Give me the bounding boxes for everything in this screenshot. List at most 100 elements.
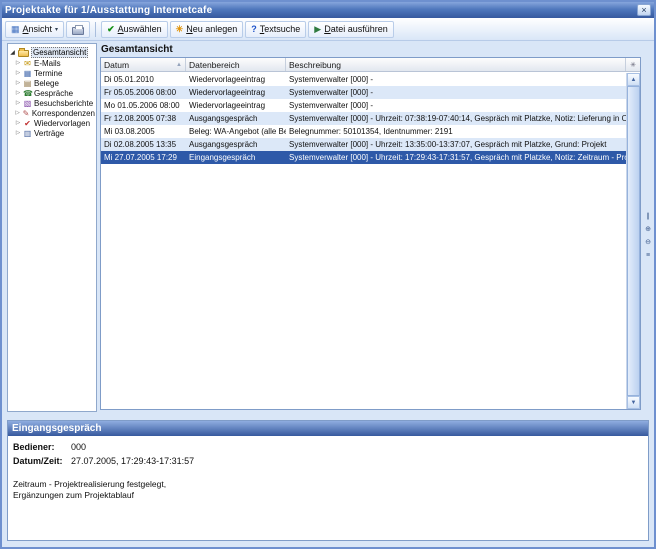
scroll-up-button[interactable]: ▲ xyxy=(627,73,640,86)
table-row[interactable]: Di 05.01.2010 Wiedervorlageeintrag Syste… xyxy=(101,73,626,86)
tree-item[interactable]: ▷ ▦ Termine xyxy=(9,68,95,78)
tree-item[interactable]: ▷ ✉ E-Mails xyxy=(9,58,95,68)
table-row[interactable]: Mi 27.07.2005 17:29 Eingangsgespräch Sys… xyxy=(101,151,626,164)
calendar-icon: ▦ xyxy=(23,69,32,78)
receipt-icon: ▤ xyxy=(23,79,32,88)
table-row[interactable]: Fr 12.08.2005 07:38 Ausgangsgespräch Sys… xyxy=(101,112,626,125)
detail-title: Eingangsgespräch xyxy=(12,423,101,434)
column-options-button[interactable]: ✳ xyxy=(626,58,640,71)
phone-icon: ☎ xyxy=(23,89,32,98)
table-row[interactable]: Fr 05.05.2006 08:00 Wiedervorlageeintrag… xyxy=(101,86,626,99)
neu-anlegen-button[interactable]: ✳ Neu anlegen xyxy=(170,21,244,38)
expanded-node-icon: ◢ xyxy=(9,49,16,56)
cell-datenbereich: Beleg: WA-Angebot (alle Bel xyxy=(186,125,286,138)
toolbar-separator xyxy=(95,22,96,37)
chevron-down-icon: ▾ xyxy=(55,26,58,33)
label-rest: atei ausführen xyxy=(331,24,388,34)
letter-icon: ✎ xyxy=(22,109,30,118)
window-title: Projektakte für 1/Ausstattung Internetca… xyxy=(5,5,633,16)
column-label: Beschreibung xyxy=(289,60,341,70)
printer-icon xyxy=(72,27,84,35)
field-value: 000 xyxy=(71,442,86,452)
rail-zoom-out-button[interactable]: ⊖ xyxy=(643,238,653,248)
cell-beschreibung: Systemverwalter [000] - Uhrzeit: 17:29:4… xyxy=(286,151,626,164)
contract-icon: ▥ xyxy=(23,129,32,138)
tree-panel: ◢ Gesamtansicht ▷ ✉ E-Mails ▷ ▦ Termine … xyxy=(7,43,97,412)
cell-datenbereich: Eingangsgespräch xyxy=(186,151,286,164)
scroll-down-button[interactable]: ▼ xyxy=(627,396,640,409)
tree-item-label: Belege xyxy=(34,79,59,88)
column-header-beschreibung[interactable]: Beschreibung xyxy=(286,58,626,71)
field-label: Datum/Zeit: xyxy=(13,456,71,466)
rail-split-button[interactable]: ∥ xyxy=(643,212,653,222)
new-item-icon: ✳ xyxy=(176,25,184,34)
scroll-thumb[interactable] xyxy=(627,86,640,396)
tree-item-label: Besuchsberichte xyxy=(34,99,93,108)
tree-root-label: Gesamtansicht xyxy=(31,47,88,58)
column-header-datum[interactable]: Datum ▲ xyxy=(101,58,186,71)
cell-beschreibung: Systemverwalter [000] - Uhrzeit: 07:38:1… xyxy=(286,112,626,125)
close-button[interactable]: × xyxy=(637,4,651,16)
field-label: Bediener: xyxy=(13,442,71,452)
cell-datum: Mi 27.07.2005 17:29 xyxy=(101,151,186,164)
table-row[interactable]: Mi 03.08.2005 Beleg: WA-Angebot (alle Be… xyxy=(101,125,626,138)
cell-datum: Fr 05.05.2006 08:00 xyxy=(101,86,186,99)
datei-ausfuehren-button[interactable]: ▶ Datei ausführen xyxy=(308,21,393,38)
column-label: Datum xyxy=(104,60,129,70)
detail-body: Bediener: 000 Datum/Zeit: 27.07.2005, 17… xyxy=(8,436,648,507)
auswaehlen-button[interactable]: ✔ Auswählen xyxy=(101,21,168,38)
tree-item[interactable]: ▷ ✔ Wiedervorlagen xyxy=(9,118,95,128)
tree-item[interactable]: ▷ ▥ Verträge xyxy=(9,128,95,138)
rail-menu-button[interactable]: ≡ xyxy=(643,251,653,261)
arrow-down-icon: ▼ xyxy=(631,400,637,406)
check-icon: ✔ xyxy=(107,25,115,34)
cell-beschreibung: Belegnummer: 50101354, Identnummer: 2191 xyxy=(286,125,626,138)
detail-notes: Zeitraum - Projektrealisierung festgeleg… xyxy=(13,479,643,501)
field-value: 27.07.2005, 17:29:43-17:31:57 xyxy=(71,456,194,466)
arrow-up-icon: ▲ xyxy=(631,77,637,83)
textsuche-label: Textsuche xyxy=(260,24,301,34)
column-header-datenbereich[interactable]: Datenbereich xyxy=(186,58,286,71)
tree-item[interactable]: ▷ ▤ Belege xyxy=(9,78,95,88)
ansicht-button[interactable]: ▦ Ansicht ▾ xyxy=(5,21,64,38)
cell-datenbereich: Ausgangsgespräch xyxy=(186,112,286,125)
cell-datum: Di 05.01.2010 xyxy=(101,73,186,86)
chevron-right-icon: ▷ xyxy=(15,120,21,126)
tree-item-label: Korrespondenzen xyxy=(32,109,95,118)
detail-header: Eingangsgespräch xyxy=(8,421,648,436)
app-window: Projektakte für 1/Ausstattung Internetca… xyxy=(0,0,656,549)
table-row[interactable]: Di 02.08.2005 13:35 Ausgangsgespräch Sys… xyxy=(101,138,626,151)
neu-anlegen-label: Neu anlegen xyxy=(186,24,237,34)
ansicht-label: Ansicht xyxy=(23,24,53,34)
tree-item[interactable]: ▷ ✎ Korrespondenzen xyxy=(9,108,95,118)
split-view-icon: ∥ xyxy=(646,213,650,220)
textsuche-button[interactable]: ? Textsuche xyxy=(245,21,306,38)
toolbar: ▦ Ansicht ▾ ✔ Auswählen ✳ Neu anlegen ? … xyxy=(2,18,654,41)
grid-header: Datum ▲ Datenbereich Beschreibung ✳ xyxy=(101,58,640,72)
tree-item-label: Verträge xyxy=(34,129,64,138)
tree-item[interactable]: ▷ ▧ Besuchsberichte xyxy=(9,98,95,108)
label-rest: uswählen xyxy=(124,24,162,34)
right-rail: ∥ ⊕ ⊖ ≡ xyxy=(643,212,653,261)
tree-item-label: E-Mails xyxy=(34,59,61,68)
tree-item[interactable]: ▷ ☎ Gespräche xyxy=(9,88,95,98)
cell-datum: Mi 03.08.2005 xyxy=(101,125,186,138)
cell-beschreibung: Systemverwalter [000] - Uhrzeit: 13:35:0… xyxy=(286,138,626,151)
cell-datenbereich: Ausgangsgespräch xyxy=(186,138,286,151)
chevron-right-icon: ▷ xyxy=(15,70,21,76)
cell-datenbereich: Wiedervorlageeintrag xyxy=(186,73,286,86)
detail-panel: Eingangsgespräch Bediener: 000 Datum/Zei… xyxy=(7,420,649,541)
detail-field-row: Datum/Zeit: 27.07.2005, 17:29:43-17:31:5… xyxy=(13,456,643,466)
cell-datenbereich: Wiedervorlageeintrag xyxy=(186,99,286,112)
view-icon: ▦ xyxy=(11,25,20,34)
table-row[interactable]: Mo 01.05.2006 08:00 Wiedervorlageeintrag… xyxy=(101,99,626,112)
run-file-icon: ▶ xyxy=(314,25,321,34)
print-button[interactable] xyxy=(66,21,90,38)
tree-root-item[interactable]: ◢ Gesamtansicht xyxy=(9,46,95,58)
tree-item-label: Gespräche xyxy=(34,89,73,98)
chevron-right-icon: ▷ xyxy=(15,60,21,66)
rail-zoom-in-button[interactable]: ⊕ xyxy=(643,225,653,235)
close-icon: × xyxy=(641,5,646,15)
column-label: Datenbereich xyxy=(189,60,240,70)
zoom-in-icon: ⊕ xyxy=(645,226,651,233)
